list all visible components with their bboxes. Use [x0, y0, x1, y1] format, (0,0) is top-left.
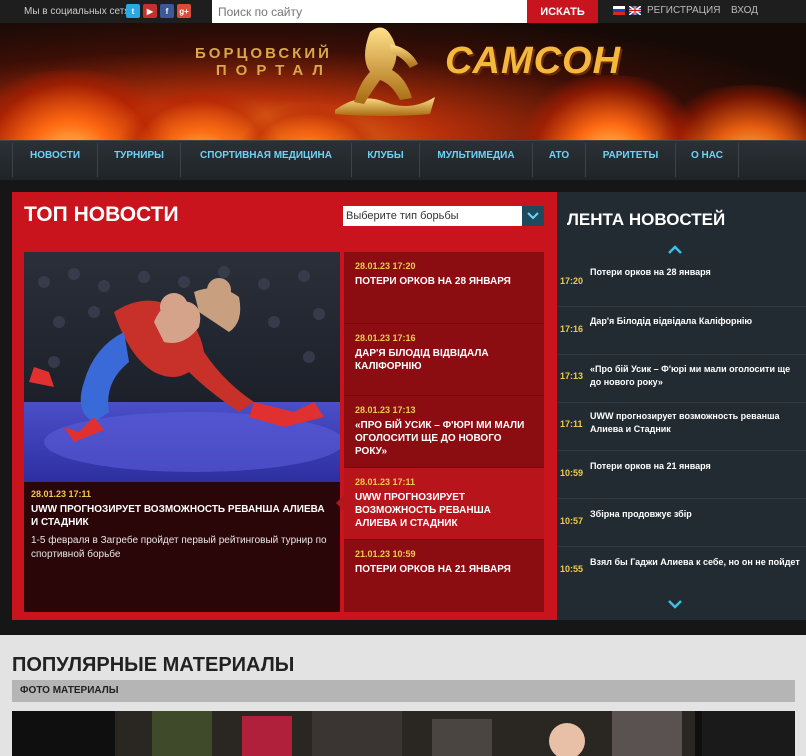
feed-item-time: 10:55 [560, 564, 584, 574]
feed-item-text[interactable]: Потери орков на 28 января [590, 266, 800, 279]
top-news-title: ТОП НОВОСТИ [24, 203, 179, 226]
feed-item-time: 10:59 [560, 468, 584, 478]
feed-item[interactable]: 17:11 UWW прогнозирует возможность реван… [557, 402, 806, 450]
feed-item-text[interactable]: Взял бы Гаджи Алиева к себе, но он не по… [590, 556, 800, 569]
nav-item-tournaments[interactable]: ТУРНИРЫ [98, 141, 180, 171]
feed-item[interactable]: 10:59 Потери орков на 21 января [557, 450, 806, 498]
chevron-down-icon [527, 212, 539, 220]
nav-item-clubs[interactable]: КЛУБЫ [352, 141, 419, 171]
feed-item[interactable]: 10:57 Збірна продовжує збір [557, 498, 806, 546]
featured-news-time: 28.01.23 17:11 [31, 489, 92, 499]
feed-item-time: 17:11 [560, 419, 583, 429]
search-input[interactable] [212, 0, 528, 23]
facebook-icon[interactable]: f [160, 4, 174, 18]
portal-tagline-line2: ПОРТАЛ [215, 62, 332, 79]
chevron-down-icon[interactable] [668, 600, 682, 609]
feed-item-text[interactable]: UWW прогнозирует возможность реванша Али… [590, 410, 800, 436]
top-news-item-title[interactable]: ПОТЕРИ ОРКОВ НА 28 ЯНВАРЯ [355, 275, 535, 288]
nav-item-news[interactable]: НОВОСТИ [13, 141, 97, 171]
google-plus-icon[interactable]: g+ [177, 4, 191, 18]
portal-tagline-line1: БОРЦОВСКИЙ [195, 45, 332, 62]
top-news-item-time: 28.01.23 17:13 [355, 405, 416, 415]
register-link[interactable]: РЕГИСТРАЦИЯ [647, 5, 720, 16]
feed-item-time: 10:57 [560, 516, 584, 526]
social-label: Мы в социальных сетях: [24, 6, 138, 17]
popular-title: ПОПУЛЯРНЫЕ МАТЕРИАЛЫ [12, 654, 295, 676]
nav-item-about[interactable]: О НАС [676, 141, 738, 171]
feed-item[interactable]: 17:20 Потери орков на 28 января [557, 258, 806, 306]
select-toggle-button[interactable] [522, 206, 544, 226]
portal-tagline: БОРЦОВСКИЙ ПОРТАЛ [195, 45, 332, 79]
nav-item-multimedia[interactable]: МУЛЬТИМЕДИА [420, 141, 532, 171]
top-news-item-time: 21.01.23 10:59 [355, 549, 416, 559]
photo-materials-tab-label: ФОТО МАТЕРИАЛЫ [20, 685, 119, 696]
photo-strip[interactable] [12, 711, 795, 756]
feed-item-text[interactable]: Збірна продовжує збір [590, 508, 800, 521]
top-news-item[interactable]: 28.01.23 17:16 ДАР'Я БІЛОДІД ВІДВІДАЛА К… [344, 324, 544, 396]
top-news-item[interactable]: 28.01.23 17:13 «ПРО БІЙ УСИК – Ф'ЮРІ МИ … [344, 396, 544, 468]
photo-materials-tab[interactable]: ФОТО МАТЕРИАЛЫ [12, 680, 795, 702]
top-news-item-title[interactable]: ДАР'Я БІЛОДІД ВІДВІДАЛА КАЛІФОРНІЮ [355, 347, 535, 373]
top-news-item-title[interactable]: UWW ПРОГНОЗИРУЕТ ВОЗМОЖНОСТЬ РЕВАНША АЛИ… [355, 491, 535, 530]
login-link[interactable]: ВХОД [731, 5, 758, 16]
top-news-item[interactable]: 21.01.23 10:59 ПОТЕРИ ОРКОВ НА 21 ЯНВАРЯ [344, 540, 544, 612]
featured-news-photo[interactable] [24, 252, 340, 482]
news-feed-title: ЛЕНТА НОВОСТЕЙ [567, 210, 726, 229]
feed-item[interactable]: 17:13 «Про бій Усик – Ф'юрі ми мали огол… [557, 354, 806, 402]
nav-item-rarities[interactable]: РАРИТЕТЫ [586, 141, 675, 171]
wrestling-photo-image [24, 252, 340, 482]
top-bar: Мы в социальных сетях: t ▶ f g+ ИСКАТЬ Р… [0, 0, 806, 23]
chevron-up-icon[interactable] [668, 245, 682, 254]
feed-item-time: 17:16 [560, 324, 584, 334]
feed-item[interactable]: 17:16 Дар'я Білодід відвідала Каліфорнію [557, 306, 806, 354]
top-news-item-title[interactable]: ПОТЕРИ ОРКОВ НА 21 ЯНВАРЯ [355, 563, 535, 576]
site-logo-text[interactable]: САМСОН [445, 40, 621, 83]
feed-item-time: 17:20 [560, 276, 584, 286]
top-news-item-time: 28.01.23 17:20 [355, 261, 416, 271]
main-nav: НОВОСТИ ТУРНИРЫ СПОРТИВНАЯ МЕДИЦИНА КЛУБ… [0, 140, 806, 180]
wrestling-type-select[interactable]: Выберите тип борьбы [343, 206, 543, 226]
samson-logo-icon[interactable] [330, 22, 440, 117]
top-news-item[interactable]: 28.01.23 17:20 ПОТЕРИ ОРКОВ НА 28 ЯНВАРЯ [344, 252, 544, 324]
twitter-icon[interactable]: t [126, 4, 140, 18]
en-flag-icon[interactable] [628, 5, 642, 16]
featured-news-description: 1-5 февраля в Загребе пройдет первый рей… [31, 535, 327, 560]
nav-item-sports-medicine[interactable]: СПОРТИВНАЯ МЕДИЦИНА [181, 141, 351, 171]
feed-item-text[interactable]: Потери орков на 21 января [590, 460, 800, 473]
feed-item[interactable]: 10:55 Взял бы Гаджи Алиева к себе, но он… [557, 546, 806, 594]
feed-item-text[interactable]: Дар'я Білодід відвідала Каліфорнію [590, 315, 800, 328]
top-news-item-time: 28.01.23 17:16 [355, 333, 416, 343]
search-button[interactable]: ИСКАТЬ [527, 0, 598, 23]
feed-item-time: 17:13 [560, 371, 584, 381]
top-news-item-title[interactable]: «ПРО БІЙ УСИК – Ф'ЮРІ МИ МАЛИ ОГОЛОСИТИ … [355, 419, 535, 458]
feed-item-text[interactable]: «Про бій Усик – Ф'юрі ми мали оголосити … [590, 363, 800, 389]
ru-flag-icon[interactable] [613, 6, 625, 15]
photo-thumbnails-image [12, 711, 795, 756]
featured-news-title[interactable]: UWW ПРОГНОЗИРУЕТ ВОЗМОЖНОСТЬ РЕВАНША АЛИ… [31, 503, 331, 529]
nav-item-ato[interactable]: АТО [533, 141, 585, 171]
active-indicator-arrow [336, 494, 345, 512]
youtube-icon[interactable]: ▶ [143, 4, 157, 18]
top-news-item-time: 28.01.23 17:11 [355, 477, 416, 487]
top-news-item-active[interactable]: 28.01.23 17:11 UWW ПРОГНОЗИРУЕТ ВОЗМОЖНО… [344, 468, 544, 540]
